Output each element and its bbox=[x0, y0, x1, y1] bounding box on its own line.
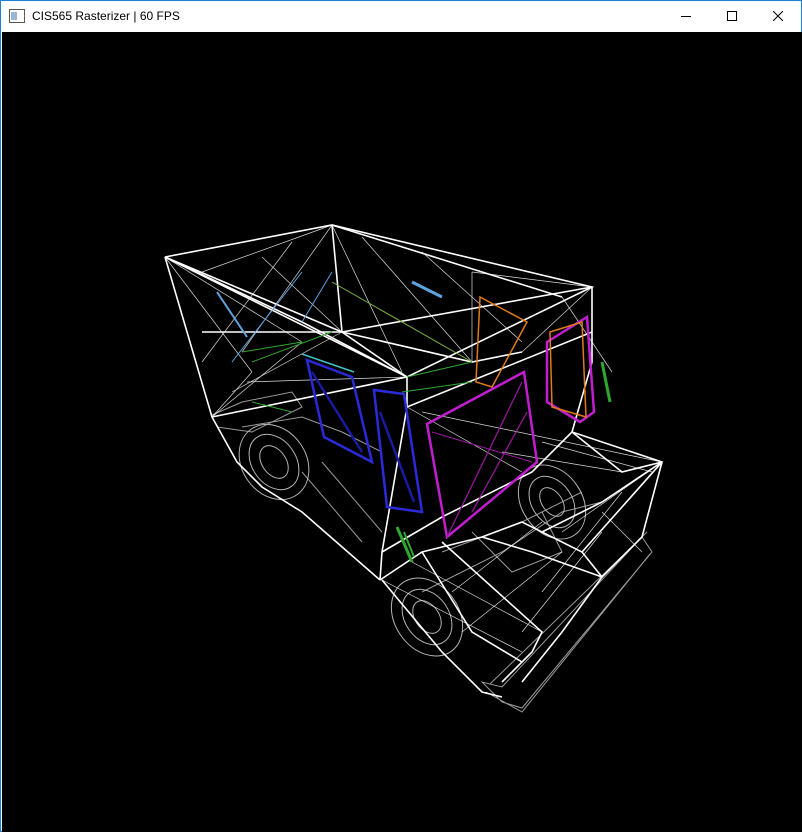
app-window: CIS565 Rasterizer | 60 FPS bbox=[0, 0, 802, 832]
title-bar[interactable]: CIS565 Rasterizer | 60 FPS bbox=[1, 1, 801, 31]
minimize-icon bbox=[681, 16, 691, 17]
app-window-icon bbox=[9, 9, 25, 23]
caption-buttons bbox=[663, 1, 801, 31]
truck-windshield bbox=[425, 314, 596, 540]
maximize-button[interactable] bbox=[709, 1, 755, 31]
render-viewport[interactable] bbox=[2, 32, 802, 832]
wireframe-truck-render bbox=[164, 224, 664, 713]
truck-accent-lines bbox=[216, 271, 612, 563]
maximize-icon bbox=[727, 11, 737, 21]
minimize-button[interactable] bbox=[663, 1, 709, 31]
close-icon bbox=[773, 11, 783, 21]
window-title: CIS565 Rasterizer | 60 FPS bbox=[32, 9, 180, 23]
close-button[interactable] bbox=[755, 1, 801, 31]
